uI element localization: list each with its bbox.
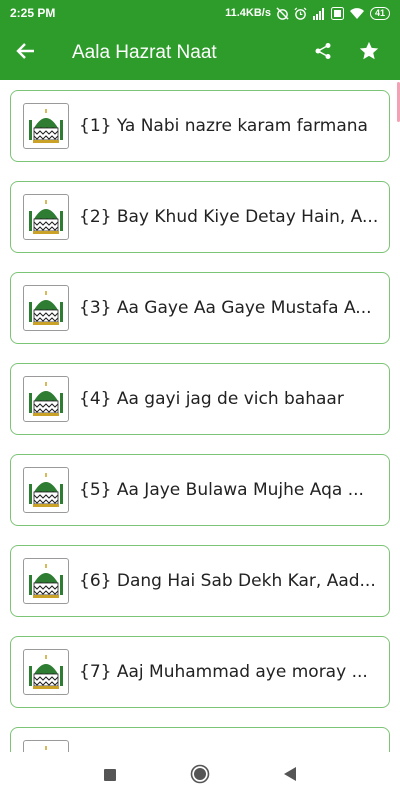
nav-back-button[interactable] bbox=[278, 764, 302, 788]
home-button[interactable] bbox=[188, 764, 212, 788]
list-item[interactable]: {1} Ya Nabi nazre karam farmana bbox=[10, 90, 390, 162]
list-item-label: {4} Aa gayi jag de vich bahaar bbox=[79, 389, 344, 409]
dargah-thumbnail bbox=[23, 740, 69, 752]
recents-button[interactable] bbox=[98, 764, 122, 788]
system-nav-bar bbox=[0, 752, 400, 800]
list-item[interactable]: {7} Aaj Muhammad aye moray ... bbox=[10, 636, 390, 708]
list-item[interactable]: {3} Aa Gaye Aa Gaye Mustafa A... bbox=[10, 272, 390, 344]
naat-list[interactable]: {1} Ya Nabi nazre karam farmana {2} Bay … bbox=[0, 80, 400, 752]
list-item[interactable] bbox=[10, 727, 390, 752]
recents-square-icon bbox=[103, 767, 117, 786]
dargah-thumbnail bbox=[23, 194, 69, 240]
dargah-thumbnail bbox=[23, 558, 69, 604]
star-icon bbox=[358, 40, 380, 66]
alarm-off-icon bbox=[276, 6, 289, 20]
list-item-label: {3} Aa Gaye Aa Gaye Mustafa A... bbox=[79, 298, 372, 318]
status-time: 2:25 PM bbox=[10, 6, 56, 20]
favorite-button[interactable] bbox=[346, 26, 392, 80]
dargah-thumbnail bbox=[23, 467, 69, 513]
list-item-label: {5} Aa Jaye Bulawa Mujhe Aqa ... bbox=[79, 480, 364, 500]
back-arrow-icon bbox=[15, 42, 35, 64]
wifi-icon bbox=[349, 7, 365, 20]
list-item[interactable]: {4} Aa gayi jag de vich bahaar bbox=[10, 363, 390, 435]
signal-4g-icon bbox=[312, 7, 326, 20]
dargah-thumbnail bbox=[23, 376, 69, 422]
share-button[interactable] bbox=[300, 26, 346, 80]
list-item-label: {6} Dang Hai Sab Dekh Kar, Aad... bbox=[79, 571, 376, 591]
dargah-thumbnail bbox=[23, 285, 69, 331]
list-item[interactable]: {6} Dang Hai Sab Dekh Kar, Aad... bbox=[10, 545, 390, 617]
list-item-label: {7} Aaj Muhammad aye moray ... bbox=[79, 662, 368, 682]
dargah-thumbnail bbox=[23, 649, 69, 695]
back-triangle-icon bbox=[283, 766, 297, 786]
net-speed: 11.4KB/s bbox=[225, 7, 271, 19]
status-bar: 2:25 PM 11.4KB/s 41 bbox=[0, 0, 400, 26]
dargah-thumbnail bbox=[23, 103, 69, 149]
list-item[interactable]: {2} Bay Khud Kiye Detay Hain, A... bbox=[10, 181, 390, 253]
page-title: Aala Hazrat Naat bbox=[72, 42, 217, 63]
list-item[interactable]: {5} Aa Jaye Bulawa Mujhe Aqa ... bbox=[10, 454, 390, 526]
share-icon bbox=[314, 42, 332, 64]
list-item-label: {2} Bay Khud Kiye Detay Hain, A... bbox=[79, 207, 379, 227]
alarm-icon bbox=[294, 7, 307, 20]
app-bar: Aala Hazrat Naat bbox=[0, 26, 400, 80]
battery-level: 41 bbox=[374, 8, 385, 18]
battery-icon: 41 bbox=[369, 6, 390, 20]
list-item-label: {1} Ya Nabi nazre karam farmana bbox=[79, 116, 368, 136]
back-button[interactable] bbox=[0, 26, 50, 80]
home-circle-icon bbox=[190, 764, 210, 788]
volte-icon bbox=[330, 6, 344, 20]
status-icons: 11.4KB/s 41 bbox=[225, 6, 390, 20]
